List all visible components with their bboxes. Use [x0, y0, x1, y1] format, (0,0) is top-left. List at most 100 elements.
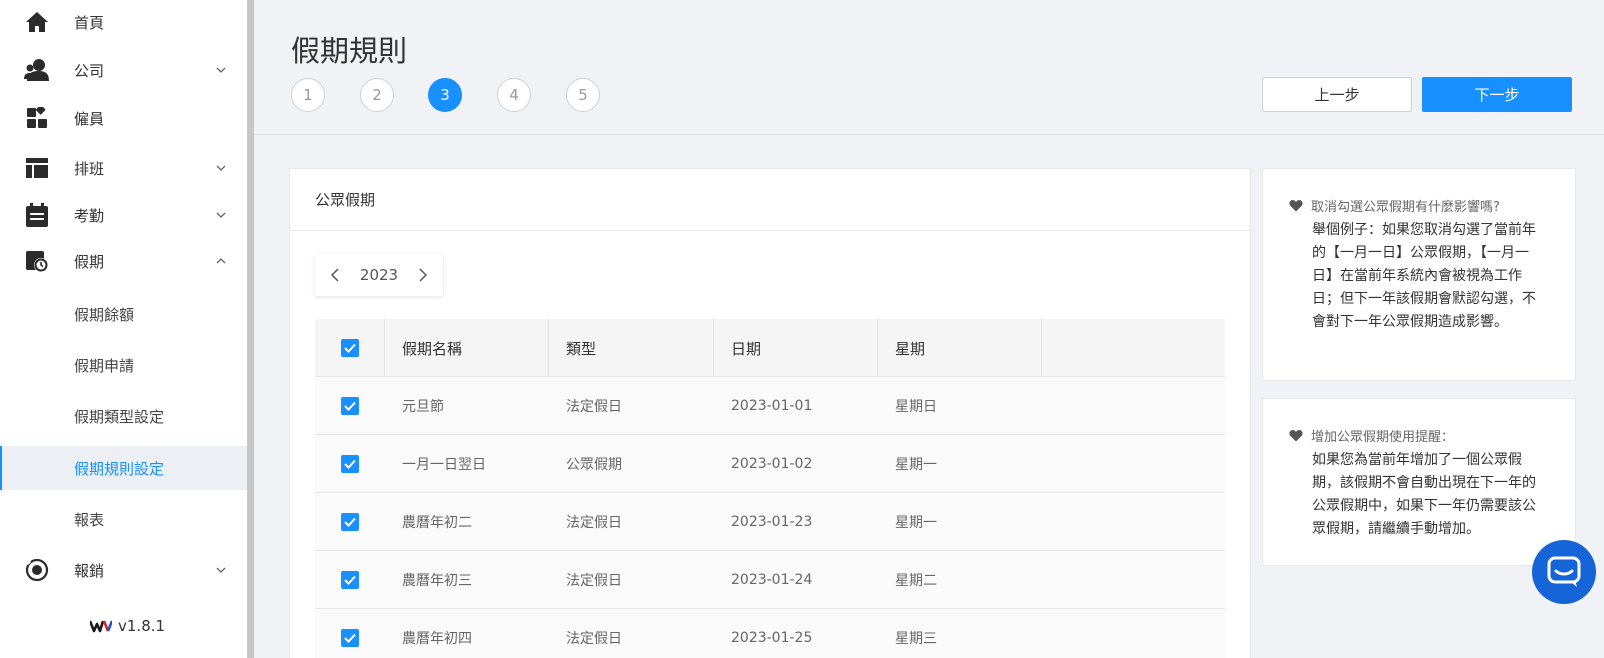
- holiday-name: 農曆年初四: [402, 631, 472, 647]
- row-checkbox[interactable]: [341, 435, 359, 493]
- holiday-date: 2023-01-01: [731, 398, 813, 414]
- step-1[interactable]: 1: [291, 78, 325, 112]
- tip-body: 如果您為當前年增加了一個公眾假期，該假期不會自動出現在下一年的公眾假期中，如果下…: [1312, 452, 1536, 537]
- chevron-down-icon: [216, 210, 226, 220]
- holiday-name: 農曆年初三: [402, 573, 472, 589]
- row-checkbox[interactable]: [341, 377, 359, 435]
- year-value: 2023: [359, 266, 399, 284]
- chevron-right-icon[interactable]: [415, 267, 431, 283]
- holiday-date: 2023-01-23: [731, 514, 813, 530]
- app-version: v1.8.1: [90, 617, 165, 635]
- sidebar-item-shift[interactable]: 排班: [0, 146, 247, 190]
- holiday-type: 法定假日: [566, 399, 622, 415]
- chevron-down-icon: [216, 163, 226, 173]
- tip-heading: 增加公眾假期使用提醒：: [1289, 426, 1454, 445]
- sidebar-subitem-label: 假期類型設定: [74, 407, 165, 426]
- sidebar-subitem-report[interactable]: 報表: [0, 497, 247, 541]
- row-checkbox[interactable]: [341, 493, 359, 551]
- sidebar-item-reimbursement[interactable]: 報銷: [0, 548, 247, 592]
- calendar-icon: [24, 202, 50, 228]
- column-divider: [1041, 319, 1042, 377]
- chevron-left-icon[interactable]: [327, 267, 343, 283]
- checkbox-checked-icon: [341, 397, 359, 415]
- row-checkbox[interactable]: [341, 609, 359, 658]
- tip-heading-text: 增加公眾假期使用提醒：: [1311, 430, 1455, 445]
- sidebar-item-employee[interactable]: 僱員: [0, 96, 247, 140]
- tip-heading-text: 取消勾選公眾假期有什麼影響嗎?: [1311, 200, 1500, 215]
- divider: [290, 230, 1250, 231]
- page-header: 假期規則 1 2 3 4 5 上一步 下一步: [254, 0, 1604, 135]
- chevron-up-icon: [216, 256, 226, 266]
- column-header-weekday: 星期: [895, 339, 926, 358]
- sidebar-item-company[interactable]: 公司: [0, 48, 247, 92]
- year-picker: 2023: [315, 254, 443, 296]
- holiday-type: 法定假日: [566, 515, 622, 531]
- sidebar-subitem-holiday-balance[interactable]: 假期餘額: [0, 292, 247, 336]
- tip-heading: 取消勾選公眾假期有什麼影響嗎?: [1289, 196, 1500, 215]
- sidebar-item-label: 排班: [74, 159, 105, 178]
- holiday-name: 一月一日翌日: [402, 457, 486, 473]
- home-icon: [24, 9, 50, 35]
- holiday-weekday: 星期日: [895, 399, 937, 415]
- column-divider: [384, 319, 385, 377]
- table-row: 農曆年初四 法定假日 2023-01-25 星期三: [315, 609, 1225, 658]
- holiday-weekday: 星期二: [895, 573, 937, 589]
- holiday-weekday: 星期一: [895, 457, 937, 473]
- next-step-button[interactable]: 下一步: [1422, 77, 1572, 112]
- holiday-date: 2023-01-02: [731, 456, 813, 472]
- chat-icon: [1547, 556, 1581, 587]
- sidebar-subitem-holiday-type-settings[interactable]: 假期類型設定: [0, 394, 247, 438]
- holiday-date: 2023-01-24: [731, 572, 813, 588]
- sidebar: 首頁 公司 僱員 排班 考勤 假期 假期餘額 假期申請 假期類型設定 假期規則設…: [0, 0, 248, 658]
- step-3-active[interactable]: 3: [428, 78, 462, 112]
- sidebar-item-home[interactable]: 首頁: [0, 0, 247, 44]
- checkbox-checked-icon: [341, 339, 359, 357]
- table-row: 農曆年初二 法定假日 2023-01-23 星期一: [315, 493, 1225, 551]
- holiday-name: 元旦節: [402, 399, 444, 415]
- chat-button[interactable]: [1532, 540, 1596, 604]
- holiday-clock-icon: [24, 248, 50, 274]
- checkbox-checked-icon: [341, 455, 359, 473]
- column-header-name: 假期名稱: [402, 339, 463, 358]
- table-row: 一月一日翌日 公眾假期 2023-01-02 星期一: [315, 435, 1225, 493]
- sidebar-item-label: 考勤: [74, 206, 105, 225]
- sidebar-subitem-label: 假期申請: [74, 356, 135, 375]
- sidebar-subitem-label: 假期餘額: [74, 305, 135, 324]
- sidebar-item-holiday[interactable]: 假期: [0, 239, 247, 283]
- page-title: 假期規則: [291, 34, 408, 68]
- step-2[interactable]: 2: [360, 78, 394, 112]
- layout-icon: [24, 155, 50, 181]
- holiday-name: 農曆年初二: [402, 515, 472, 531]
- step-4[interactable]: 4: [497, 78, 531, 112]
- table-header-row: 假期名稱 類型 日期 星期: [315, 319, 1225, 377]
- sidebar-item-label: 假期: [74, 252, 105, 271]
- column-divider: [713, 319, 714, 377]
- tip-card-add: 增加公眾假期使用提醒： 如果您為當前年增加了一個公眾假期，該假期不會自動出現在下…: [1262, 398, 1576, 566]
- checkbox-checked-icon: [341, 629, 359, 647]
- holiday-weekday: 星期三: [895, 631, 937, 647]
- select-all-checkbox[interactable]: [341, 319, 359, 377]
- column-header-date: 日期: [731, 339, 762, 358]
- holiday-type: 法定假日: [566, 631, 622, 647]
- card-title: 公眾假期: [315, 191, 376, 209]
- chevron-down-icon: [216, 65, 226, 75]
- holiday-date: 2023-01-25: [731, 630, 813, 646]
- grid-icon: [24, 105, 50, 131]
- reimburse-icon: [24, 557, 50, 583]
- heart-icon: [1289, 200, 1303, 212]
- sidebar-item-label: 僱員: [74, 109, 105, 128]
- holiday-type: 公眾假期: [566, 457, 622, 473]
- sidebar-item-label: 首頁: [74, 13, 105, 32]
- sidebar-subitem-holiday-request[interactable]: 假期申請: [0, 343, 247, 387]
- public-holiday-card: 公眾假期 2023 假期名稱 類型 日期 星期 元旦節 法定假日 2023-01…: [289, 168, 1251, 658]
- prev-step-button[interactable]: 上一步: [1262, 77, 1412, 112]
- sidebar-subitem-holiday-rule-settings[interactable]: 假期規則設定: [0, 446, 247, 490]
- sidebar-item-label: 公司: [74, 61, 105, 80]
- sidebar-subitem-label: 報表: [74, 510, 105, 529]
- step-5[interactable]: 5: [566, 78, 600, 112]
- holiday-type: 法定假日: [566, 573, 622, 589]
- sidebar-item-attendance[interactable]: 考勤: [0, 193, 247, 237]
- tip-body: 舉個例子：如果您取消勾選了當前年的【一月一日】公眾假期，【一月一日】在當前年系統…: [1312, 222, 1536, 330]
- row-checkbox[interactable]: [341, 551, 359, 609]
- sidebar-scrollbar[interactable]: [247, 0, 254, 658]
